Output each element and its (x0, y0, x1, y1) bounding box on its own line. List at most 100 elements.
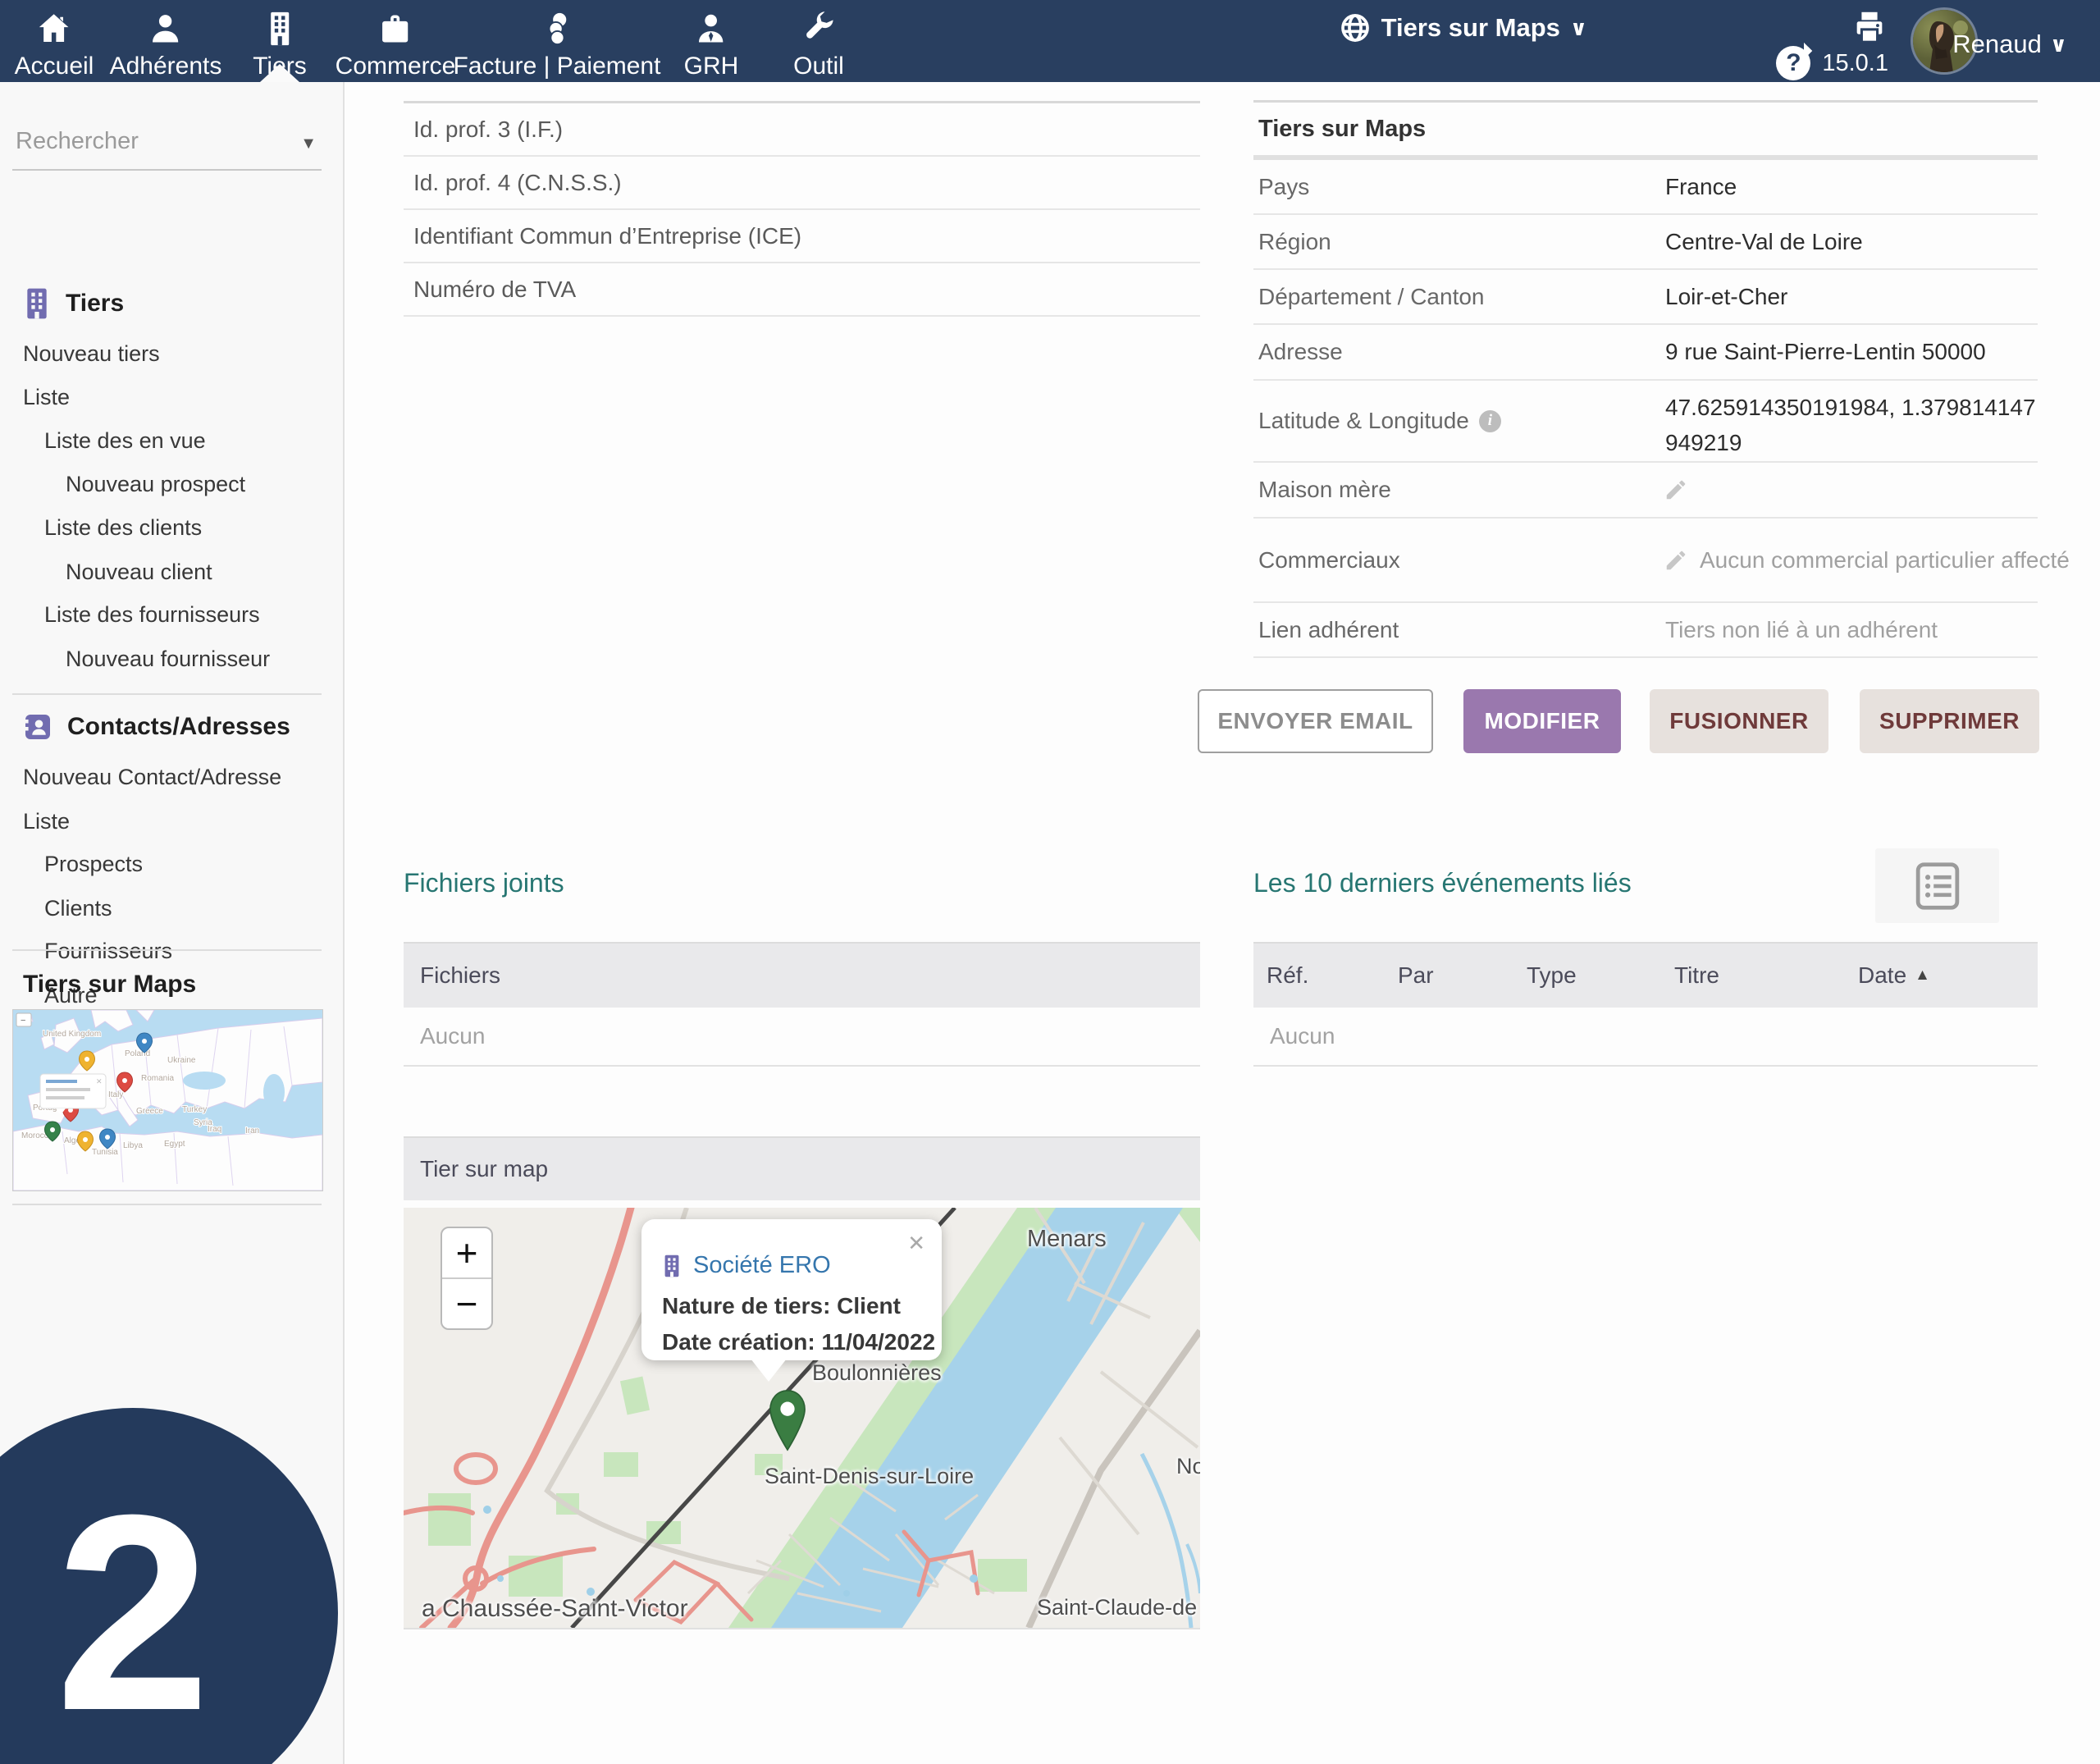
sidebar-section-title: Contacts/Adresses (67, 713, 290, 741)
search-input[interactable] (12, 121, 290, 162)
row-value: Aucun commercial particulier affecté (1665, 543, 2093, 578)
minimap-label: Egypt (164, 1140, 185, 1149)
col-date[interactable]: Date ▲ (1858, 962, 2038, 989)
briefcase-icon (377, 10, 413, 48)
sort-asc-icon: ▲ (1915, 967, 1930, 985)
delete-button[interactable]: SUPPRIMER (1860, 689, 2039, 753)
help-icon[interactable]: ? (1776, 46, 1810, 80)
attachments-title: Fichiers joints (404, 868, 564, 898)
help-version: ? 15.0.1 (1776, 46, 1888, 80)
home-icon (36, 10, 72, 48)
sidebar-item-liste-des-fournisseurs[interactable]: Liste des fournisseurs (44, 602, 260, 628)
nav-label: Facture | Paiement (454, 53, 661, 80)
minimap-label: United Kingdom (43, 1030, 101, 1039)
col-titre[interactable]: Titre (1674, 962, 1858, 989)
chevron-down-icon: ∨ (2050, 32, 2067, 57)
nav-item-grh[interactable]: GRH (684, 0, 739, 92)
contact-card-icon (23, 712, 52, 742)
tiers-sur-maps-panel: Tiers sur Maps Pays France Région Centre… (1253, 100, 2038, 658)
row-value: Centre-Val de Loire (1665, 229, 2038, 255)
sidebar-item-liste-des-clients[interactable]: Liste des clients (44, 515, 202, 541)
popup-tail (751, 1359, 787, 1382)
sidebar-border (343, 82, 345, 1764)
zoom-in-button[interactable]: + (442, 1228, 491, 1277)
table-row: Région Centre-Val de Loire (1253, 215, 2038, 270)
module-switcher[interactable]: Tiers sur Maps ∨ (1339, 11, 1587, 44)
modify-button[interactable]: MODIFIER (1463, 689, 1621, 753)
user-menu[interactable]: Renaud ∨ (1952, 30, 2067, 59)
edit-pencil-icon[interactable] (1664, 478, 1688, 502)
sidebar-item-liste[interactable]: Liste (23, 385, 70, 410)
sidebar-item-nouveau-tiers[interactable]: Nouveau tiers (23, 341, 160, 367)
user-name: Renaud (1952, 30, 2042, 59)
col-par[interactable]: Par (1398, 962, 1527, 989)
sidebar-item-prospects[interactable]: Prospects (44, 852, 143, 877)
building-icon (263, 10, 296, 48)
map-town-label: Boulonnières (812, 1360, 942, 1386)
sidebar-item-nouveau-fournisseur[interactable]: Nouveau fournisseur (66, 647, 270, 672)
company-link[interactable]: Société ERO (693, 1252, 831, 1279)
row-value: 47.625914350191984, 1.379814147949219 (1665, 382, 2038, 461)
nav-label: Adhérents (110, 53, 222, 80)
print-button[interactable] (1851, 8, 1888, 46)
sidebar-section-tiers-sur-maps[interactable]: Tiers sur Maps (23, 971, 196, 999)
row-label: Maison mère (1253, 477, 1665, 503)
coordinates-value: 47.625914350191984, 1.379814147949219 (1665, 382, 2038, 461)
col-ref[interactable]: Réf. (1267, 962, 1398, 989)
sidebar-item-fournisseurs[interactable]: Fournisseurs (44, 939, 172, 964)
module-switcher-label: Tiers sur Maps (1381, 13, 1560, 43)
edit-pencil-icon[interactable] (1664, 548, 1688, 573)
sidebar-item-clients[interactable]: Clients (44, 896, 112, 921)
event-list-view-button[interactable] (1875, 848, 1999, 923)
nav-item-commerce[interactable]: Commerce (336, 0, 456, 92)
nav-item-accueil[interactable]: Accueil (15, 0, 94, 92)
table-row: Adresse 9 rue Saint-Pierre-Lentin 50000 (1253, 325, 2038, 381)
minimap-label: Ukraine (167, 1056, 196, 1065)
map-town-label: Saint-Denis-sur-Loire (765, 1464, 974, 1489)
nav-label: Commerce (336, 53, 456, 80)
table-row: Commerciaux Aucun commercial particulier… (1253, 519, 2038, 603)
sidebar-section-contacts[interactable]: Contacts/Adresses (23, 712, 290, 742)
sidebar-search: ▼ (12, 121, 322, 171)
company-map-pin[interactable] (768, 1388, 807, 1452)
row-label: Pays (1253, 174, 1665, 200)
sidebar-divider (12, 1204, 322, 1205)
popup-title: Société ERO (662, 1252, 831, 1279)
map-section-header: Tier sur map (404, 1136, 1200, 1200)
minimap-label: Iran (245, 1126, 259, 1136)
tiers-minimap[interactable]: United Kingdom Poland Ukraine Romania It… (12, 1009, 323, 1191)
globe-icon (1339, 11, 1372, 44)
sidebar-section-tiers[interactable]: Tiers (23, 287, 124, 320)
merge-button[interactable]: FUSIONNER (1650, 689, 1828, 753)
zoom-out-button[interactable]: − (442, 1279, 491, 1328)
events-empty: Aucun (1253, 1008, 2038, 1067)
table-row: Département / Canton Loir-et-Cher (1253, 270, 2038, 325)
sidebar-item-liste-contacts[interactable]: Liste (23, 809, 70, 834)
sidebar-divider (12, 949, 322, 951)
events-table: Réf. Par Type Titre Date ▲ Aucun (1253, 942, 2038, 1067)
info-icon[interactable]: i (1479, 410, 1501, 432)
sidebar-item-nouveau-client[interactable]: Nouveau client (66, 560, 212, 585)
minimap-zoom-out-button[interactable]: − (16, 1013, 31, 1026)
attachments-table: Fichiers Aucun (404, 942, 1200, 1067)
employee-icon (693, 10, 729, 48)
version-label: 15.0.1 (1822, 50, 1888, 77)
nav-label: GRH (684, 53, 739, 80)
sidebar-item-liste-des-en-vue[interactable]: Liste des en vue (44, 428, 206, 454)
table-row: Lien adhérent Tiers non lié à un adhéren… (1253, 603, 2038, 658)
nav-item-facture-paiement[interactable]: Facture | Paiement (454, 0, 661, 92)
row-label: Latitude & Longitude i (1253, 408, 1665, 434)
table-row: Id. prof. 3 (I.F.) (404, 103, 1200, 157)
nav-item-adherents[interactable]: Adhérents (110, 0, 222, 92)
sidebar-item-nouveau-prospect[interactable]: Nouveau prospect (66, 472, 245, 497)
tier-map[interactable]: Menars Boulonnières Saint-Denis-sur-Loir… (404, 1208, 1200, 1629)
send-email-button[interactable]: ENVOYER EMAIL (1198, 689, 1433, 753)
col-type[interactable]: Type (1527, 962, 1674, 989)
search-dropdown-icon[interactable]: ▼ (300, 135, 317, 153)
sidebar-item-nouveau-contact[interactable]: Nouveau Contact/Adresse (23, 765, 281, 790)
panel-title: Tiers sur Maps (1253, 103, 2038, 160)
attachments-empty: Aucun (404, 1008, 1200, 1067)
nav-item-outil[interactable]: Outil (793, 0, 844, 92)
close-icon[interactable]: ✕ (907, 1231, 925, 1256)
sidebar-section-title: Tiers (66, 290, 124, 318)
